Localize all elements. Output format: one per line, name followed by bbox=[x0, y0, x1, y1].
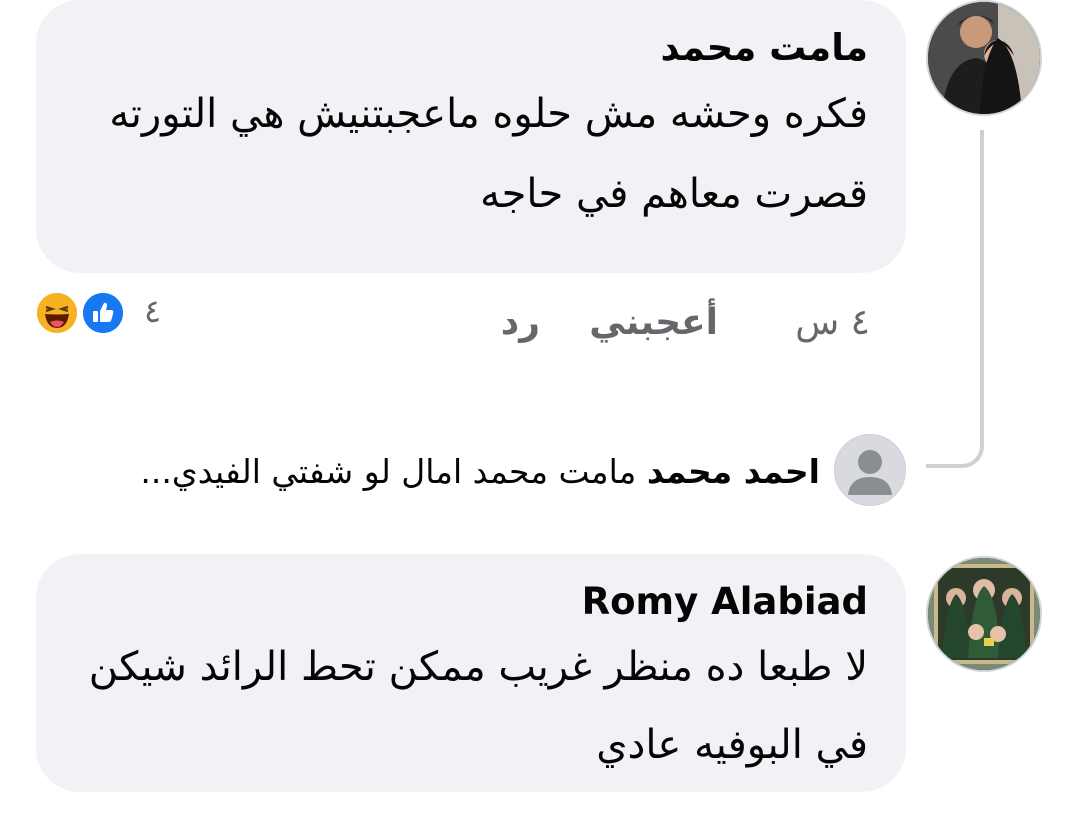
comment-author[interactable]: Romy Alabiad bbox=[76, 576, 868, 628]
thread-connector bbox=[926, 130, 984, 468]
like-button[interactable]: أعجبني bbox=[589, 302, 718, 343]
family-photo-icon bbox=[928, 558, 1040, 670]
comment-author[interactable]: مامت محمد bbox=[76, 22, 868, 74]
comment-actions: ٤ س أعجبني رد bbox=[470, 302, 870, 362]
comment-text: لا طبعا ده منظر غريب ممكن تحط الرائد شيك… bbox=[88, 644, 868, 768]
comment-text: فكره وحشه مش حلوه ماعجبتنيش هي التورته ق… bbox=[109, 91, 868, 217]
like-icon bbox=[80, 290, 126, 336]
avatar[interactable] bbox=[926, 556, 1042, 672]
reply-author[interactable]: احمد محمد bbox=[647, 452, 820, 491]
reaction-count: ٤ bbox=[144, 292, 162, 330]
avatar[interactable] bbox=[926, 0, 1042, 116]
reply-text: مامت محمد امال لو شفتي الفيدي... bbox=[140, 452, 637, 491]
comment-bubble[interactable]: مامت محمد فكره وحشه مش حلوه ماعجبتنيش هي… bbox=[36, 0, 906, 273]
reply-preview[interactable]: احمد محمد مامت محمد امال لو شفتي الفيدي.… bbox=[30, 442, 820, 502]
reactions-summary[interactable]: ٤ bbox=[34, 290, 174, 342]
comment-bubble[interactable]: Romy Alabiad لا طبعا ده منظر غريب ممكن ت… bbox=[36, 554, 906, 792]
haha-icon bbox=[34, 290, 80, 336]
couple-photo-icon bbox=[928, 2, 1040, 114]
comment-time[interactable]: ٤ س bbox=[795, 302, 870, 343]
reply-button[interactable]: رد bbox=[501, 302, 540, 343]
default-avatar-icon[interactable] bbox=[834, 434, 906, 506]
